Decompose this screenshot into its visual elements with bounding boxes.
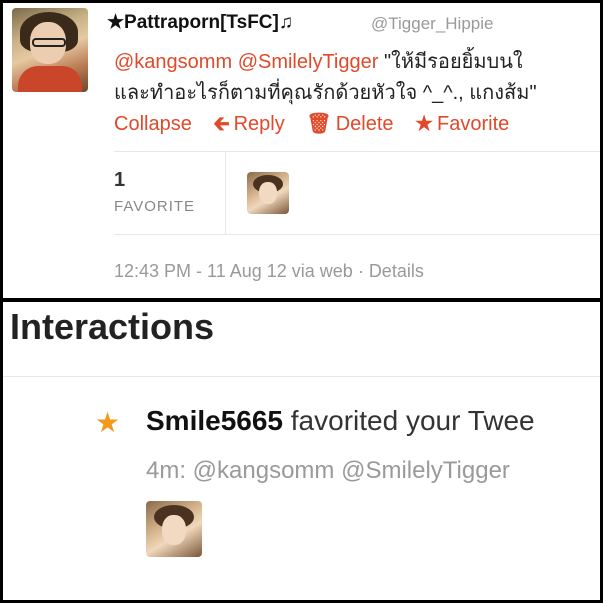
author-name[interactable]: ★Pattraporn[TsFC]♫: [107, 11, 293, 34]
star-icon: ★: [415, 113, 433, 135]
reply-button[interactable]: 🡰 Reply: [213, 109, 284, 143]
divider: [225, 152, 226, 234]
delete-button[interactable]: 🗑 Delete: [306, 111, 393, 136]
interaction-user-avatar[interactable]: [146, 501, 202, 557]
tweet-text-line-1: @kangsomm @SmilelyTigger "ให้มีรอยยิ้มบน…: [114, 45, 523, 77]
reply-arrow-icon: 🡰: [213, 113, 230, 135]
interaction-detail[interactable]: 4m: @kangsomm @SmilelyTigger: [146, 457, 510, 485]
screenshot-frame: ★Pattraporn[TsFC]♫ @Tigger_Hippie @kangs…: [0, 0, 603, 603]
tweet-panel: ★Pattraporn[TsFC]♫ @Tigger_Hippie @kangs…: [3, 3, 600, 298]
tweet-text: "ให้มีรอยยิ้มบนใ: [383, 51, 523, 73]
tweet-timestamp[interactable]: 12:43 PM - 11 Aug 12 via web · Details: [114, 261, 424, 282]
interactions-heading: Interactions: [10, 306, 215, 347]
tweet-text-line-2: และทำอะไรก็ตามที่คุณรักด้วยหัวใจ ^_^., แ…: [114, 82, 537, 104]
author-handle[interactable]: @Tigger_Hippie: [371, 14, 493, 34]
favorite-count-label: FAVORITE: [114, 198, 196, 215]
interactions-panel: Interactions ★ Smile5665 favorited your …: [3, 302, 600, 600]
divider: [3, 376, 600, 377]
interaction-summary: Smile5665 favorited your Twee: [146, 405, 535, 437]
mention-link[interactable]: @kangsomm: [114, 51, 232, 73]
interaction-user-link[interactable]: Smile5665: [146, 405, 283, 436]
mention-link[interactable]: @SmilelyTigger: [238, 51, 379, 73]
favorite-button[interactable]: ★ Favorite: [415, 111, 509, 136]
author-avatar[interactable]: [12, 8, 88, 92]
tweet-actions: Collapse 🡰 Reply 🗑 Delete ★ Favorite: [114, 109, 525, 143]
favorite-count[interactable]: 1: [114, 169, 125, 192]
divider: [114, 151, 600, 152]
favorite-star-icon: ★: [95, 407, 121, 438]
collapse-button[interactable]: Collapse: [114, 113, 192, 136]
divider: [114, 234, 600, 235]
favoriter-avatar[interactable]: [247, 172, 289, 214]
trash-icon: 🗑: [306, 113, 332, 135]
interaction-action: favorited your Twee: [290, 405, 535, 436]
